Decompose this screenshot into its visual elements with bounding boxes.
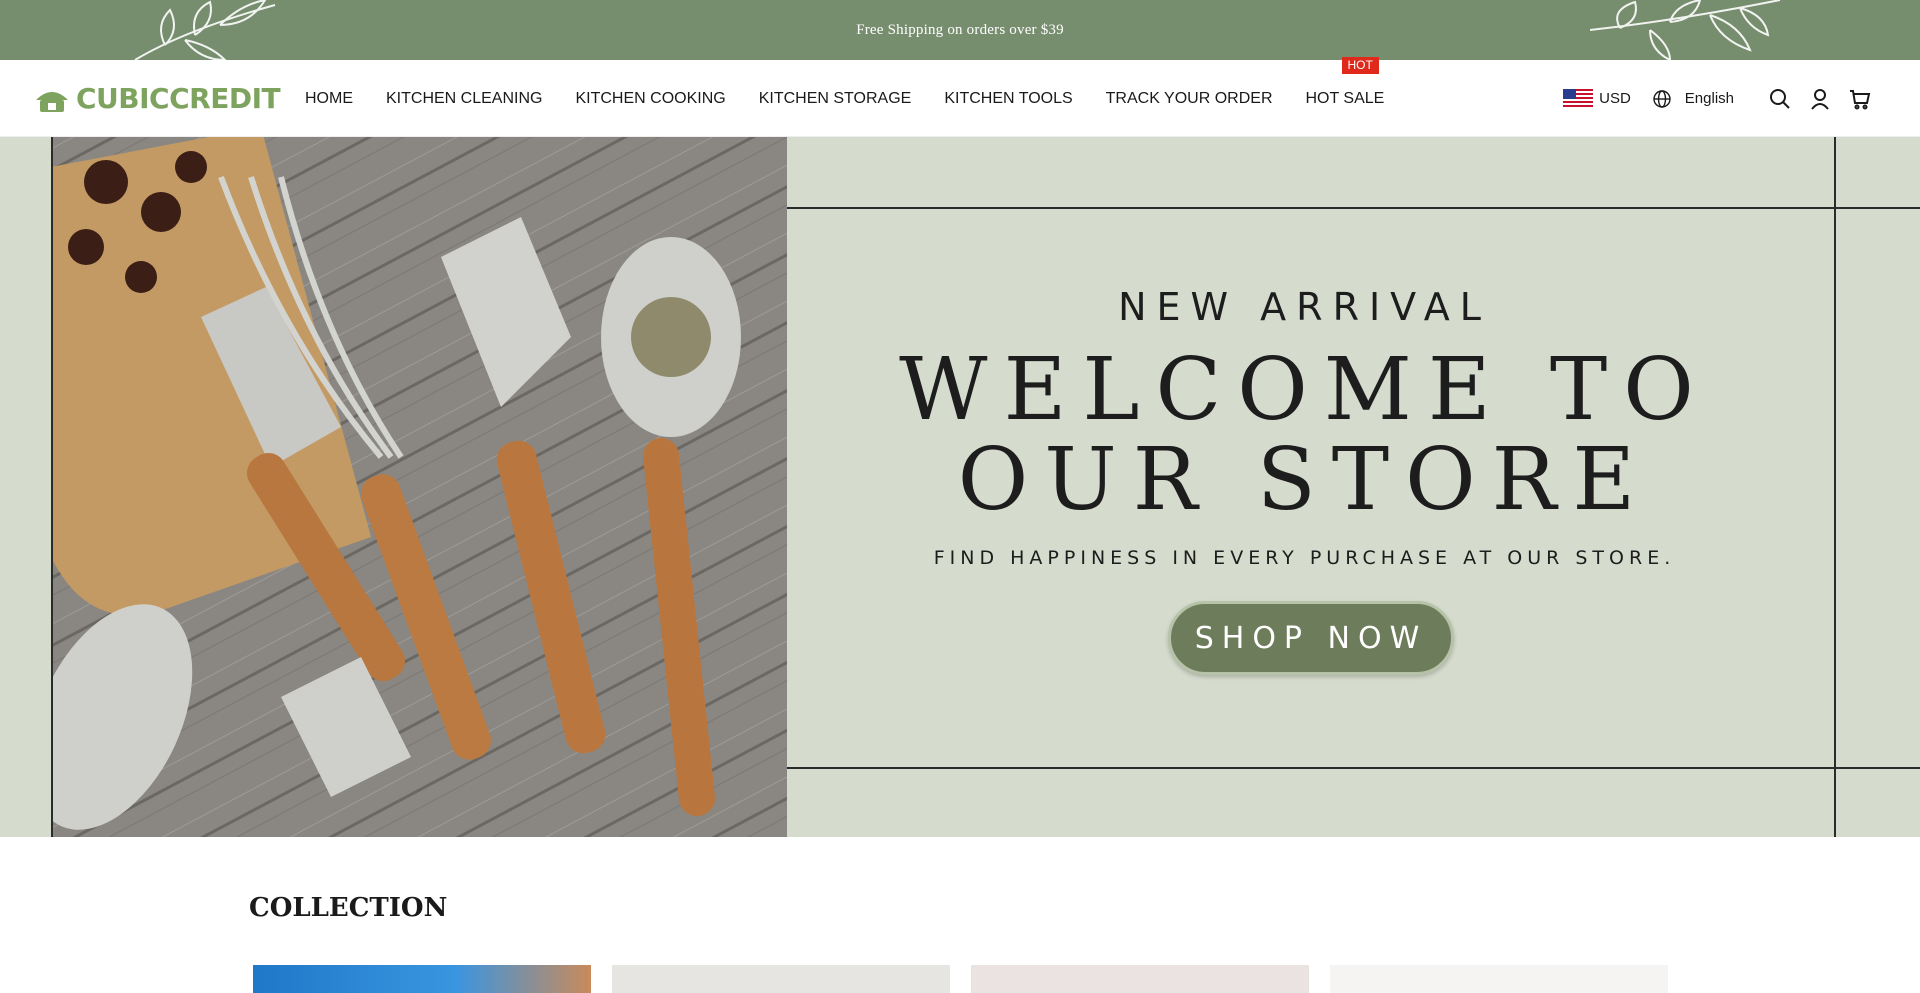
cart-icon (1850, 89, 1871, 109)
collection-card[interactable] (612, 965, 950, 993)
nav-item-kitchen-tools[interactable]: KITCHEN TOOLS (944, 90, 1072, 108)
site-header: CUBICCREDIT HOME KITCHEN CLEANING KITCHE… (0, 56, 1920, 137)
globe-icon (1653, 89, 1671, 108)
collection-title: COLLECTION (249, 893, 448, 923)
main-nav: HOME KITCHEN CLEANING KITCHEN COOKING KI… (305, 56, 1417, 137)
nav-item-kitchen-storage[interactable]: KITCHEN STORAGE (759, 90, 912, 108)
language-label: English (1684, 90, 1734, 107)
nav-item-track-your-order[interactable]: TRACK YOUR ORDER (1106, 90, 1273, 108)
us-flag-icon (1563, 88, 1594, 109)
hero-headline: WELCOME TO OUR STORE (787, 345, 1822, 525)
collection-card[interactable] (971, 965, 1309, 993)
shop-now-button[interactable]: SHOP NOW (1168, 601, 1454, 675)
leaf-decoration (1590, 0, 1781, 60)
collection-grid (253, 965, 1689, 993)
announcement-bar: Free Shipping on orders over $39 (0, 0, 1920, 60)
frame-line (51, 137, 53, 837)
collection-card[interactable] (1330, 965, 1668, 993)
nav-item-label: HOT SALE (1305, 89, 1385, 107)
header-utilities: USD English (1563, 60, 1872, 137)
nav-item-kitchen-cooking[interactable]: KITCHEN COOKING (575, 90, 725, 108)
collection-card[interactable] (253, 965, 591, 993)
hot-badge: HOT (1341, 56, 1379, 74)
hero-tagline: FIND HAPPINESS IN EVERY PURCHASE AT OUR … (933, 547, 1676, 569)
account-button[interactable] (1808, 87, 1832, 111)
nav-item-kitchen-cleaning[interactable]: KITCHEN CLEANING (386, 90, 542, 108)
logo-text: CUBICCREDIT (76, 82, 281, 115)
currency-label: USD (1599, 90, 1631, 107)
nav-item-home[interactable]: HOME (305, 90, 353, 108)
frame-line (1834, 137, 1836, 837)
logo[interactable]: CUBICCREDIT (32, 82, 281, 115)
hero-text-block: NEW ARRIVAL WELCOME TO OUR STORE FIND HA… (787, 137, 1822, 837)
currency-selector[interactable]: USD (1563, 88, 1631, 109)
cart-button[interactable] (1848, 87, 1872, 111)
search-button[interactable] (1768, 87, 1792, 111)
language-selector[interactable]: English (1652, 89, 1734, 109)
nav-item-hot-sale[interactable]: HOT HOT SALE (1305, 56, 1385, 108)
search-icon (1770, 88, 1790, 109)
headline-line-1: WELCOME TO (899, 340, 1710, 440)
account-icon (1811, 88, 1829, 110)
announcement-text: Free Shipping on orders over $39 (856, 21, 1064, 38)
hero-banner[interactable]: NEW ARRIVAL WELCOME TO OUR STORE FIND HA… (0, 137, 1920, 837)
leaf-decoration (134, 0, 276, 60)
kitchen-utensils-photo (51, 137, 787, 837)
shopping-cart-logo-icon (36, 91, 68, 112)
hero-kicker: NEW ARRIVAL (1118, 285, 1491, 329)
headline-line-2: OUR STORE (957, 430, 1652, 530)
utensils-image (51, 137, 787, 837)
